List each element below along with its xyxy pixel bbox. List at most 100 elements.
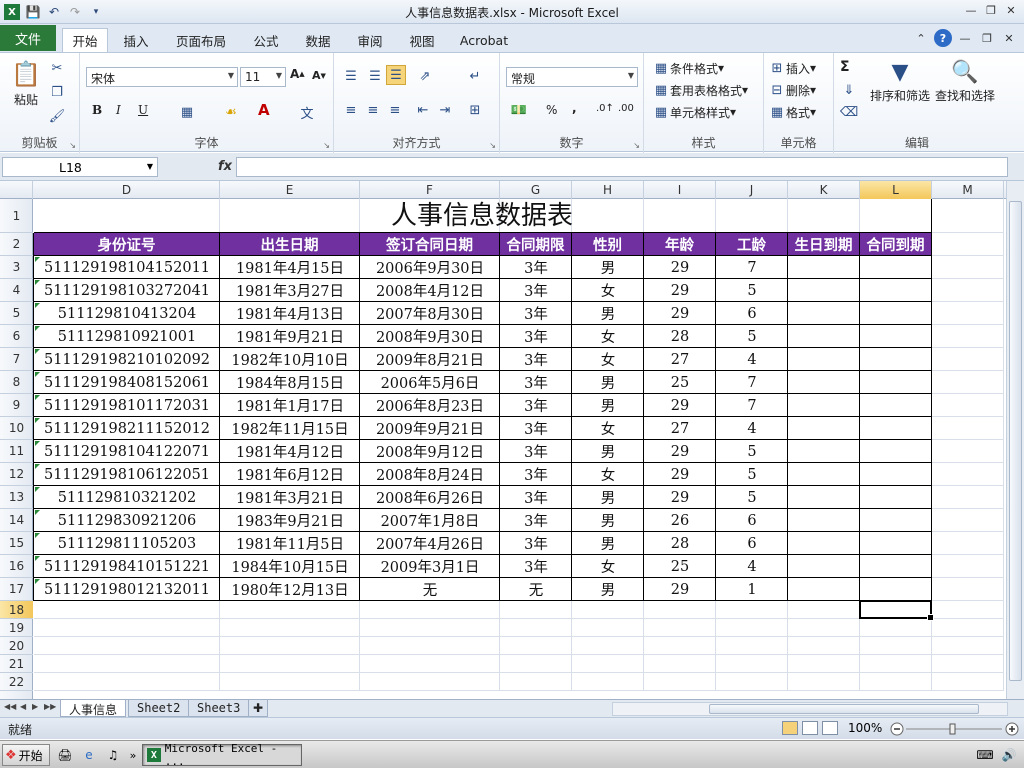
horizontal-scroll-thumb[interactable]	[709, 704, 979, 714]
table-cell[interactable]: 无	[500, 578, 572, 601]
table-cell[interactable]: 4	[716, 417, 788, 440]
sheet-tab-personnel[interactable]: 人事信息	[60, 700, 127, 717]
table-cell[interactable]: 1984年8月15日	[220, 371, 360, 394]
first-sheet-icon[interactable]: ◀◀	[4, 702, 16, 711]
doc-restore-icon[interactable]: ❐	[978, 29, 996, 47]
table-cell[interactable]: 5	[716, 325, 788, 348]
row-header-21[interactable]: 21	[0, 655, 33, 673]
table-cell[interactable]: 女	[572, 279, 644, 302]
table-cell[interactable]: 男	[572, 256, 644, 279]
table-cell[interactable]: 511129810413204	[34, 302, 220, 325]
table-cell[interactable]: 3年	[500, 256, 572, 279]
delete-cells-button[interactable]: ⊟ 删除 ▾	[768, 81, 817, 99]
header-cell[interactable]: 合同到期	[860, 233, 932, 256]
shrink-font-button[interactable]: A ▼	[312, 69, 326, 82]
column-header-k[interactable]: K	[788, 181, 860, 199]
table-cell[interactable]: 女	[572, 348, 644, 371]
row-header-3[interactable]: 3	[0, 256, 33, 279]
table-cell[interactable]: 1982年11月15日	[220, 417, 360, 440]
table-cell[interactable]	[788, 325, 860, 348]
table-cell[interactable]: 男	[572, 371, 644, 394]
table-cell[interactable]: 1981年9月21日	[220, 325, 360, 348]
clear-button[interactable]: ⌫	[840, 103, 858, 121]
table-cell[interactable]: 女	[572, 417, 644, 440]
align-middle-button[interactable]: ☰	[366, 67, 384, 85]
table-cell[interactable]: 1981年4月12日	[220, 440, 360, 463]
tab-page-layout[interactable]: 页面布局	[170, 28, 232, 52]
font-name-combo[interactable]: 宋体 ▼	[86, 67, 238, 87]
page-break-view-icon[interactable]	[822, 721, 838, 735]
row-header-18[interactable]: 18	[0, 601, 33, 619]
row-header-9[interactable]: 9	[0, 394, 33, 417]
table-cell[interactable]: 28	[644, 325, 716, 348]
quicklaunch-desktop-icon[interactable]: 🖨	[56, 746, 74, 764]
prev-sheet-icon[interactable]: ◀	[20, 702, 26, 711]
table-cell[interactable]: 511129198210102092	[34, 348, 220, 371]
table-cell[interactable]: 3年	[500, 417, 572, 440]
table-cell[interactable]	[860, 417, 932, 440]
table-cell[interactable]: 男	[572, 486, 644, 509]
worksheet-grid[interactable]: DEFGHIJKLM 1 2 3 4 5 6 7 8 9 10 11 12 13 14 15 16 17 18 19…	[0, 181, 1006, 699]
table-cell[interactable]: 7	[716, 394, 788, 417]
column-header-g[interactable]: G	[500, 181, 572, 199]
header-cell[interactable]: 身份证号	[34, 233, 220, 256]
row-header-7[interactable]: 7	[0, 348, 33, 371]
table-cell[interactable]	[788, 509, 860, 532]
table-cell[interactable]: 29	[644, 578, 716, 601]
conditional-format-button[interactable]: ▦ 条件格式 ▾	[652, 59, 724, 77]
copy-button[interactable]: ❐	[48, 83, 66, 101]
table-cell[interactable]: 511129810321202	[34, 486, 220, 509]
phonetic-button[interactable]: 文	[298, 103, 316, 122]
table-cell[interactable]	[788, 417, 860, 440]
row-header-11[interactable]: 11	[0, 440, 33, 463]
close-icon[interactable]: ✕	[1002, 2, 1020, 18]
table-cell[interactable]	[860, 440, 932, 463]
restore-icon[interactable]: ❐	[982, 2, 1000, 18]
last-sheet-icon[interactable]: ▶▶	[44, 702, 56, 711]
table-cell[interactable]	[860, 394, 932, 417]
align-left-button[interactable]: ≡	[342, 101, 360, 119]
table-cell[interactable]: 2007年4月26日	[360, 532, 500, 555]
row-header-20[interactable]: 20	[0, 637, 33, 655]
fill-color-button[interactable]: ☙	[222, 103, 240, 121]
increase-decimal-button[interactable]: .0↑	[596, 103, 614, 114]
quicklaunch-more-icon[interactable]: »	[124, 746, 142, 764]
vertical-scroll-thumb[interactable]	[1009, 201, 1022, 681]
font-color-button[interactable]: A	[258, 101, 270, 119]
table-cell[interactable]: 27	[644, 417, 716, 440]
table-cell[interactable]: 3年	[500, 463, 572, 486]
doc-close-icon[interactable]: ✕	[1000, 29, 1018, 47]
table-cell[interactable]: 28	[644, 532, 716, 555]
table-cell[interactable]: 无	[360, 578, 500, 601]
sheet-tab-sheet3[interactable]: Sheet3	[188, 700, 250, 717]
table-cell[interactable]: 511129198103272041	[34, 279, 220, 302]
italic-button[interactable]: I	[116, 103, 121, 117]
row-header-19[interactable]: 19	[0, 619, 33, 637]
row-header-2[interactable]: 2	[0, 233, 33, 256]
tab-acrobat[interactable]: Acrobat	[454, 28, 514, 52]
table-cell[interactable]: 3年	[500, 348, 572, 371]
align-center-button[interactable]: ≡	[364, 101, 382, 119]
fill-button[interactable]: ⇓	[840, 81, 858, 99]
column-header-d[interactable]: D	[34, 181, 220, 199]
table-cell[interactable]: 29	[644, 394, 716, 417]
table-cell[interactable]	[860, 371, 932, 394]
quicklaunch-media-icon[interactable]: ♫	[104, 746, 122, 764]
tab-file[interactable]: 文件	[0, 25, 56, 51]
table-cell[interactable]: 511129198410151221	[34, 555, 220, 578]
decrease-indent-button[interactable]: ⇤	[414, 101, 432, 119]
orientation-button[interactable]: ⇗	[416, 67, 434, 85]
table-cell[interactable]	[788, 463, 860, 486]
table-cell[interactable]: 1981年4月13日	[220, 302, 360, 325]
column-header-e[interactable]: E	[220, 181, 360, 199]
table-cell[interactable]: 29	[644, 486, 716, 509]
table-cell[interactable]: 男	[572, 302, 644, 325]
table-cell[interactable]: 511129811105203	[34, 532, 220, 555]
table-cell[interactable]: 6	[716, 302, 788, 325]
number-launcher-icon[interactable]: ↘	[633, 141, 640, 150]
sheet-title[interactable]: 人事信息数据表	[34, 199, 930, 233]
table-cell[interactable]: 511129198101172031	[34, 394, 220, 417]
table-cell[interactable]: 2009年3月1日	[360, 555, 500, 578]
table-cell[interactable]: 3年	[500, 371, 572, 394]
align-top-button[interactable]: ☰	[342, 67, 360, 85]
